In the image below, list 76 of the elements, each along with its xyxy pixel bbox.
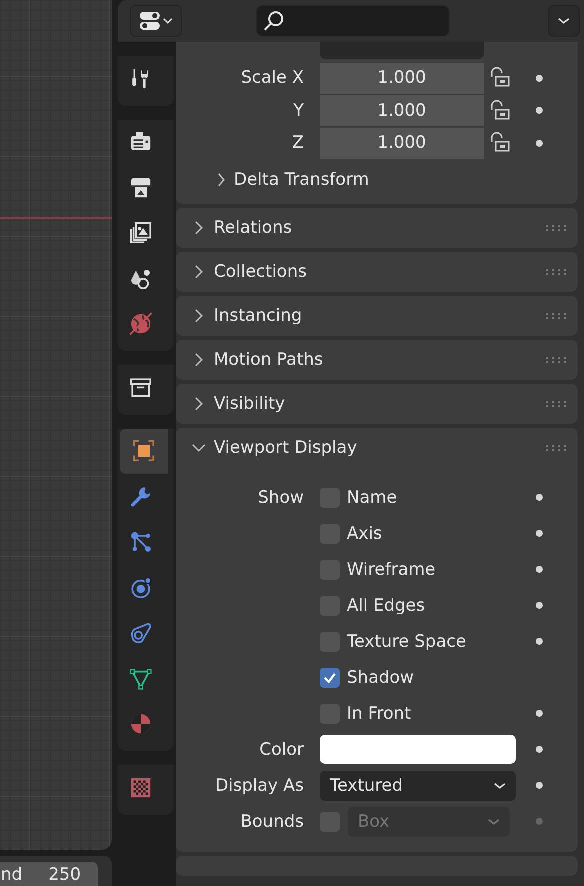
editor-type-button[interactable] — [130, 5, 182, 37]
caret-icon — [494, 782, 506, 790]
caret-icon — [163, 17, 173, 25]
show-label: Show — [257, 488, 305, 508]
drag-grip-icon[interactable] — [546, 444, 566, 450]
square-icon — [132, 439, 156, 464]
keyframe-dot[interactable] — [536, 818, 542, 825]
caret-icon — [488, 818, 500, 826]
checkbox[interactable] — [320, 524, 340, 544]
drag-grip-icon[interactable] — [546, 400, 566, 406]
checkbox-label: All Edges — [347, 596, 426, 616]
checkbox[interactable] — [320, 668, 340, 688]
caret-icon — [558, 17, 570, 25]
checkbox-label: Axis — [347, 524, 382, 544]
search-field[interactable] — [256, 5, 450, 37]
sphere-icon — [129, 712, 153, 736]
checkbox[interactable] — [320, 560, 340, 580]
triangle-mesh-icon — [129, 666, 153, 691]
panel-header[interactable]: Instancing — [176, 296, 578, 336]
keyframe-dot[interactable] — [536, 494, 542, 501]
keyframe-dot[interactable] — [536, 710, 542, 717]
checkbox-label: In Front — [347, 704, 412, 724]
options-button[interactable] — [548, 5, 580, 37]
keyframe-dot[interactable] — [536, 107, 542, 114]
checkbox-label: Shadow — [347, 668, 414, 688]
scale-field[interactable]: 1.000 — [320, 128, 484, 159]
drag-grip-icon[interactable] — [546, 224, 566, 230]
end-frame-field[interactable]: nd 250 — [0, 862, 98, 886]
scale-field[interactable]: 1.000 — [320, 62, 484, 94]
checkbox[interactable] — [320, 704, 340, 724]
scale-label: Z — [291, 133, 305, 154]
printer-icon — [129, 176, 153, 200]
scale-field[interactable]: 1.000 — [320, 95, 484, 126]
keyframe-dot[interactable] — [536, 638, 542, 645]
scale-label: Y — [292, 100, 305, 121]
keyframe-dot[interactable] — [536, 566, 542, 573]
drag-grip-icon[interactable] — [546, 312, 566, 318]
keyframe-dot[interactable] — [536, 140, 542, 147]
keyframe-dot[interactable] — [536, 602, 542, 609]
checkbox[interactable] — [320, 488, 340, 508]
display-as-label: Display As — [214, 776, 305, 796]
scale-label: Scale X — [240, 68, 305, 88]
checkbox-label: Name — [347, 488, 398, 508]
checkbox[interactable] — [320, 632, 340, 652]
drag-grip-icon[interactable] — [546, 356, 566, 362]
panel-header[interactable]: Visibility — [176, 384, 578, 424]
orbit-icon — [129, 576, 153, 600]
globe-icon — [129, 312, 153, 336]
end-frame-value: 250 — [48, 865, 82, 885]
keyframe-dot[interactable] — [536, 782, 542, 789]
particles-icon — [129, 530, 153, 554]
checker-icon — [129, 776, 153, 800]
color-label: Color — [258, 740, 305, 760]
checkbox-label: Wireframe — [347, 560, 436, 580]
panel-header[interactable]: Motion Paths — [176, 340, 578, 380]
drag-grip-icon[interactable] — [546, 268, 566, 274]
toggle-icon — [139, 10, 161, 32]
keyframe-dot[interactable] — [536, 530, 542, 537]
delta-transform-header[interactable]: Delta Transform — [176, 160, 578, 200]
checkbox[interactable] — [320, 596, 340, 616]
bounds-label: Bounds — [240, 812, 305, 832]
search-icon — [263, 10, 285, 32]
color-swatch[interactable] — [320, 735, 516, 764]
keyframe-dot[interactable] — [536, 746, 542, 753]
display-as-dropdown[interactable]: Textured — [320, 770, 516, 800]
archive-box-icon — [129, 376, 153, 400]
panel-header[interactable]: Relations — [176, 208, 578, 248]
keyframe-dot[interactable] — [536, 74, 542, 82]
properties-tab[interactable] — [120, 428, 168, 474]
image-stack-icon — [129, 221, 153, 246]
end-frame-label: nd — [1, 865, 23, 885]
panel-header[interactable]: Collections — [176, 252, 578, 292]
constraint-icon — [129, 621, 153, 646]
wrench-icon — [129, 484, 153, 509]
panel-header[interactable]: Viewport Display — [176, 428, 578, 468]
checkbox-label: Texture Space — [347, 632, 466, 652]
